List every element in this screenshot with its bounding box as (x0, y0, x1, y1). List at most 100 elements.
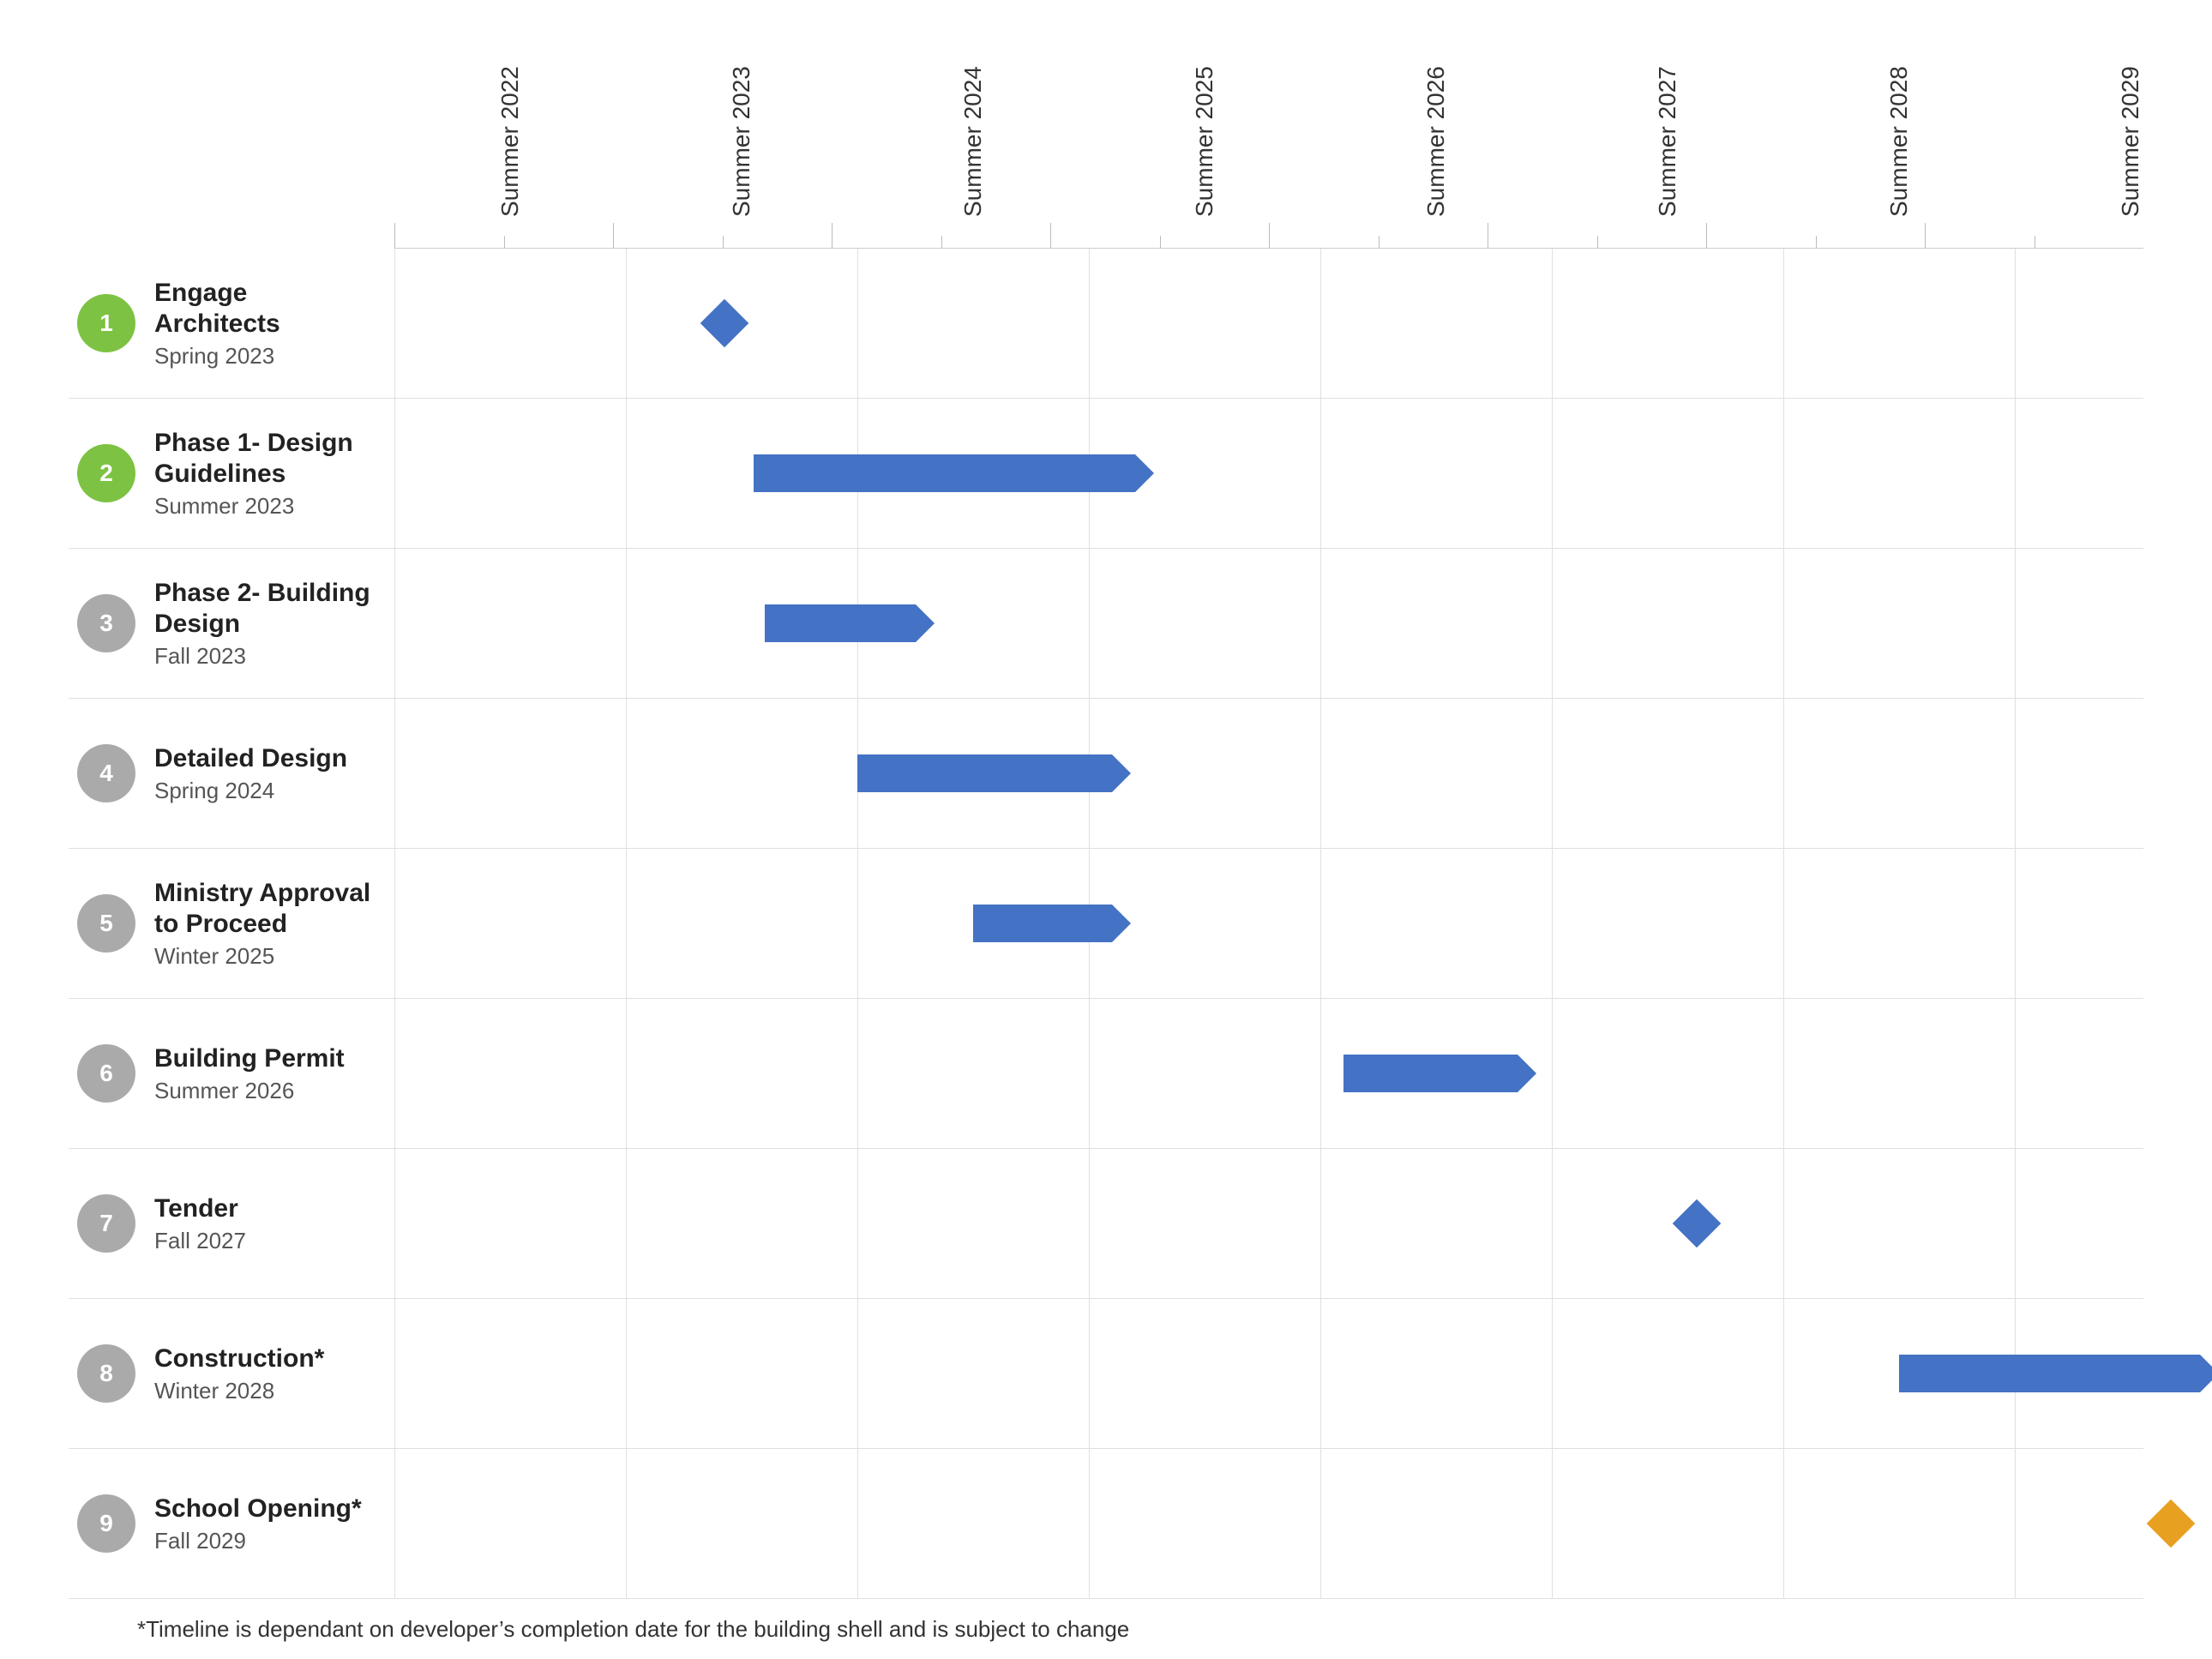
bar-2 (754, 454, 1136, 492)
diamond-7 (1672, 1199, 1721, 1248)
tick-row (394, 223, 2143, 249)
task-circle-6: 6 (77, 1044, 135, 1103)
task-date-6: Summer 2026 (154, 1078, 345, 1104)
task-name-3: Phase 2- Building Design (154, 578, 377, 640)
gantt-cells-3 (394, 549, 2212, 698)
gantt-cell-7-7 (2015, 1149, 2212, 1298)
gantt-cell-4-5 (1552, 699, 1783, 848)
task-label-3: 3 Phase 2- Building Design Fall 2023 (69, 569, 394, 678)
gantt-body: 1Engage ArchitectsSpring 20232Phase 1- D… (69, 223, 2143, 1599)
gantt-cell-2-7 (2015, 399, 2212, 548)
arrow-bar-6 (1343, 1055, 1518, 1092)
gantt-cells-2 (394, 399, 2212, 548)
gantt-cell-1-6 (1783, 249, 2015, 398)
gantt-cell-5-6 (1783, 849, 2015, 998)
bar-3 (765, 604, 916, 642)
gantt-row: 7 Tender Fall 2027 (69, 1149, 2143, 1299)
gantt-cell-5-1 (626, 849, 857, 998)
task-name-2: Phase 1- Design Guidelines (154, 428, 377, 490)
gantt-cell-4-7 (2015, 699, 2212, 848)
task-date-3: Fall 2023 (154, 643, 377, 670)
gantt-cell-8-0 (394, 1299, 626, 1448)
gantt-cells-8 (394, 1299, 2212, 1448)
task-name-7: Tender (154, 1193, 246, 1224)
gantt-cell-9-0 (394, 1449, 626, 1598)
gantt-cells-7 (394, 1149, 2212, 1298)
gantt-row: 2Phase 1- Design GuidelinesSummer 2023 (69, 399, 2143, 549)
gantt-cell-4-1 (626, 699, 857, 848)
gantt-cell-4-0 (394, 699, 626, 848)
gantt-cells-4 (394, 699, 2212, 848)
task-circle-7: 7 (77, 1194, 135, 1253)
gantt-cell-6-3 (1089, 999, 1320, 1148)
col-header-1: Summer 2023 (626, 51, 857, 223)
gantt-cell-3-4 (1320, 549, 1552, 698)
gantt-cell-7-4 (1320, 1149, 1552, 1298)
task-date-1: Spring 2023 (154, 343, 377, 370)
gantt-cell-1-3 (1089, 249, 1320, 398)
gantt-cell-6-6 (1783, 999, 2015, 1148)
col-header-2: Summer 2024 (857, 51, 1089, 223)
gantt-cell-9-2 (857, 1449, 1089, 1598)
task-date-9: Fall 2029 (154, 1528, 362, 1554)
gantt-cell-2-6 (1783, 399, 2015, 548)
footnote: *Timeline is dependant on developer’s co… (137, 1616, 2143, 1643)
gantt-cell-7-1 (626, 1149, 857, 1298)
gantt-row: 4Detailed DesignSpring 2024 (69, 699, 2143, 849)
bar-8 (1899, 1355, 2200, 1392)
gantt-row: 5Ministry Approval to ProceedWinter 2025 (69, 849, 2143, 999)
bar-4 (857, 754, 1112, 792)
gantt-cell-7-6 (1783, 1149, 2015, 1298)
task-date-5: Winter 2025 (154, 943, 377, 970)
task-circle-2: 2 (77, 444, 135, 502)
gantt-cell-3-3 (1089, 549, 1320, 698)
gantt-cell-6-5 (1552, 999, 1783, 1148)
gantt-cell-3-0 (394, 549, 626, 698)
gantt-cells-5 (394, 849, 2212, 998)
task-date-7: Fall 2027 (154, 1228, 246, 1254)
task-label-2: 2Phase 1- Design GuidelinesSummer 2023 (69, 419, 394, 528)
arrow-bar-3 (765, 604, 916, 642)
gantt-cell-6-1 (626, 999, 857, 1148)
col-header-4: Summer 2026 (1320, 51, 1552, 223)
gantt-cell-1-4 (1320, 249, 1552, 398)
gantt-cell-3-6 (1783, 549, 2015, 698)
arrow-bar-4 (857, 754, 1112, 792)
gantt-cell-5-5 (1552, 849, 1783, 998)
task-circle-3: 3 (77, 594, 135, 652)
task-name-8: Construction* (154, 1343, 324, 1374)
task-label-9: 9School Opening*Fall 2029 (69, 1485, 394, 1563)
gantt-cell-9-6 (1783, 1449, 2015, 1598)
task-name-6: Building Permit (154, 1043, 345, 1074)
diamond-1 (700, 299, 748, 348)
gantt-cell-7-2 (857, 1149, 1089, 1298)
task-circle-8: 8 (77, 1344, 135, 1403)
gantt-row: 8 Construction* Winter 2028 (69, 1299, 2143, 1449)
task-label-4: 4Detailed DesignSpring 2024 (69, 735, 394, 813)
task-label-8: 8 Construction* Winter 2028 (69, 1335, 394, 1413)
task-circle-4: 4 (77, 744, 135, 802)
gantt-cell-3-5 (1552, 549, 1783, 698)
gantt-cell-7-5 (1552, 1149, 1783, 1298)
task-label-7: 7 Tender Fall 2027 (69, 1185, 394, 1263)
bar-5 (973, 905, 1112, 942)
gantt-cell-5-0 (394, 849, 626, 998)
gantt-cell-4-4 (1320, 699, 1552, 848)
column-headers: Summer 2022Summer 2023Summer 2024Summer … (394, 51, 2143, 223)
gantt-cell-2-0 (394, 399, 626, 548)
gantt-cell-8-5 (1552, 1299, 1783, 1448)
task-circle-9: 9 (77, 1494, 135, 1553)
col-header-6: Summer 2028 (1783, 51, 2015, 223)
gantt-cells-6 (394, 999, 2212, 1148)
gantt-row: 9School Opening*Fall 2029 (69, 1449, 2143, 1599)
arrow-bar-5 (973, 905, 1112, 942)
gantt-cell-7-3 (1089, 1149, 1320, 1298)
gantt-cell-6-7 (2015, 999, 2212, 1148)
bar-6 (1343, 1055, 1518, 1092)
chart-container: Summer 2022Summer 2023Summer 2024Summer … (0, 0, 2212, 1659)
gantt-cells-9 (394, 1449, 2212, 1598)
task-date-8: Winter 2028 (154, 1378, 324, 1404)
task-label-6: 6 Building Permit Summer 2026 (69, 1035, 394, 1113)
gantt-row: 3 Phase 2- Building Design Fall 2023 (69, 549, 2143, 699)
task-date-4: Spring 2024 (154, 778, 347, 804)
